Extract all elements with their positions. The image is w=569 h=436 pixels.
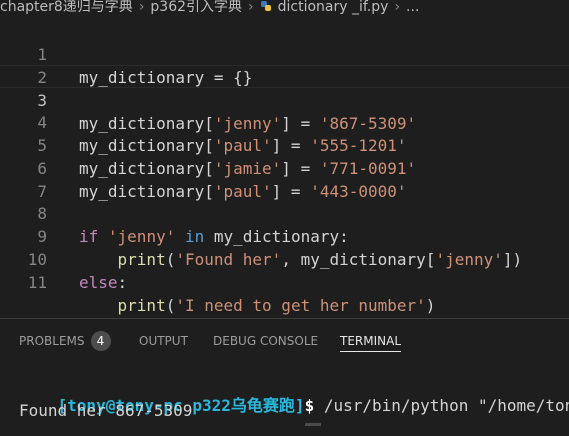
line-number: 11 xyxy=(27,273,47,292)
tab-terminal[interactable]: TERMINAL xyxy=(340,331,402,352)
code-line[interactable]: 11 print('I need to get her number') xyxy=(0,248,569,315)
code-line[interactable]: 1 my_dictionary = {} xyxy=(0,20,569,87)
chevron-right-icon: › xyxy=(138,0,145,15)
tab-debug-console[interactable]: DEBUG CONSOLE xyxy=(213,331,318,351)
terminal-dollar: $ xyxy=(304,396,315,415)
code-line[interactable]: 4 my_dictionary['paul'] = '555-1201' xyxy=(0,88,569,155)
code-line[interactable]: 10 else: xyxy=(0,225,569,292)
chevron-right-icon: › xyxy=(248,0,254,15)
breadcrumb-ellipsis[interactable]: ... xyxy=(406,0,419,15)
code-line[interactable]: 8 if 'jenny' in my_dictionary: xyxy=(0,179,569,246)
code-line[interactable]: 6 my_dictionary['paul'] = '443-0000' xyxy=(0,134,569,201)
breadcrumb: chapter8递归与字典 › p362引入字典 › dictionary _if.py… xyxy=(0,0,569,20)
code-line[interactable]: 5 my_dictionary['jamie'] = '771-0091' xyxy=(0,111,569,178)
code-text: print('I need to get her number') xyxy=(117,296,436,315)
python-file-icon xyxy=(260,0,278,15)
tab-label: PROBLEMS xyxy=(19,334,85,348)
tab-problems[interactable]: PROBLEMS 4 xyxy=(19,331,111,351)
bottom-panel: PROBLEMS 4 OUTPUT DEBUG CONSOLE TERMINAL … xyxy=(0,318,569,427)
chevron-right-icon: › xyxy=(394,0,401,15)
breadcrumb-file[interactable]: dictionary _if.py xyxy=(278,0,389,15)
code-line[interactable]: 2 xyxy=(0,43,569,87)
breadcrumb-folder1[interactable]: chapter8递归与字典 xyxy=(0,0,133,15)
problems-count-badge: 4 xyxy=(90,331,111,351)
terminal-output-line: Found her 867-5309 xyxy=(19,401,193,420)
breadcrumb-folder2[interactable]: p362引入字典 xyxy=(150,0,242,15)
code-line[interactable]: 9 print('Found her', my_dictionary['jenn… xyxy=(0,202,569,269)
tab-output[interactable]: OUTPUT xyxy=(139,331,188,351)
code-text: else: xyxy=(79,273,128,292)
terminal-command: /usr/bin/python "/home/ton xyxy=(314,396,569,415)
code-line-current[interactable]: 3 my_dictionary['jenny'] = '867-5309' xyxy=(0,65,569,133)
code-line[interactable]: 7 xyxy=(0,157,569,201)
code-editor[interactable]: 1 my_dictionary = {} 2 3 my_dictionary['… xyxy=(0,20,569,318)
